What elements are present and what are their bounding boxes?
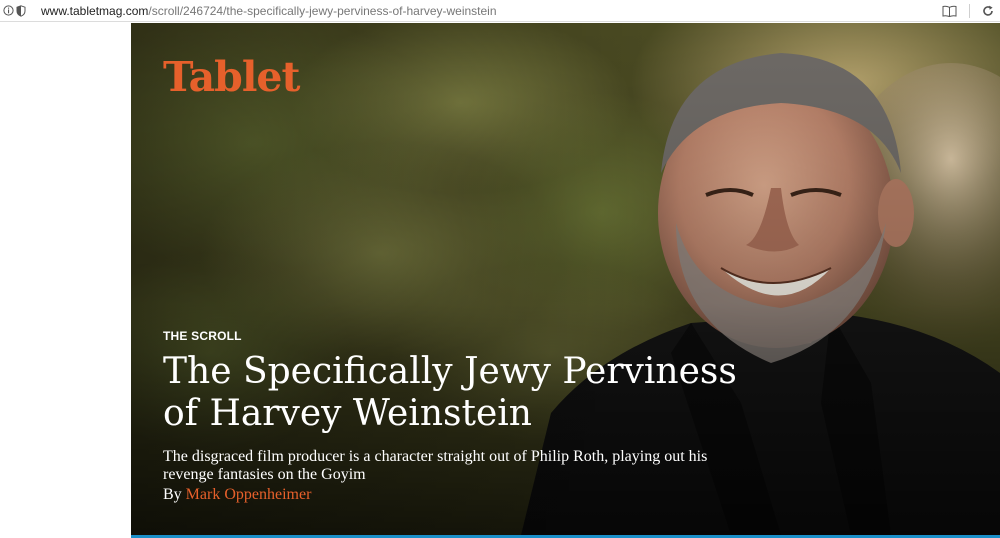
hero-banner: Tablet THE SCROLL The Specifically Jewy … bbox=[131, 23, 1000, 535]
divider bbox=[969, 4, 970, 18]
section-kicker[interactable]: THE SCROLL bbox=[163, 329, 242, 343]
article-headline: The Specifically Jewy Perviness of Harve… bbox=[163, 351, 803, 435]
article-dek: The disgraced film producer is a charact… bbox=[163, 448, 803, 484]
reload-icon[interactable] bbox=[982, 0, 994, 22]
byline: By Mark Oppenheimer bbox=[163, 486, 311, 504]
url-text[interactable]: www.tabletmag.com/scroll/246724/the-spec… bbox=[41, 4, 497, 18]
headline-line-1: The Specifically Jewy Perviness bbox=[163, 351, 737, 392]
dek-line-1: The disgraced film producer is a charact… bbox=[163, 448, 708, 465]
info-icon[interactable] bbox=[2, 0, 14, 22]
url-path: /scroll/246724/the-specifically-jewy-per… bbox=[148, 3, 497, 18]
address-bar-actions bbox=[942, 0, 994, 22]
url-host: www.tabletmag.com bbox=[41, 3, 149, 18]
shield-icon[interactable] bbox=[15, 0, 27, 22]
reader-view-icon[interactable] bbox=[942, 0, 957, 22]
byline-prefix: By bbox=[163, 486, 182, 503]
author-link[interactable]: Mark Oppenheimer bbox=[186, 486, 312, 503]
address-bar[interactable]: www.tabletmag.com/scroll/246724/the-spec… bbox=[0, 0, 1000, 22]
headline-line-2: of Harvey Weinstein bbox=[163, 393, 532, 434]
dek-line-2: revenge fantasies on the Goyim bbox=[163, 466, 366, 483]
tablet-logo[interactable]: Tablet bbox=[163, 53, 300, 101]
